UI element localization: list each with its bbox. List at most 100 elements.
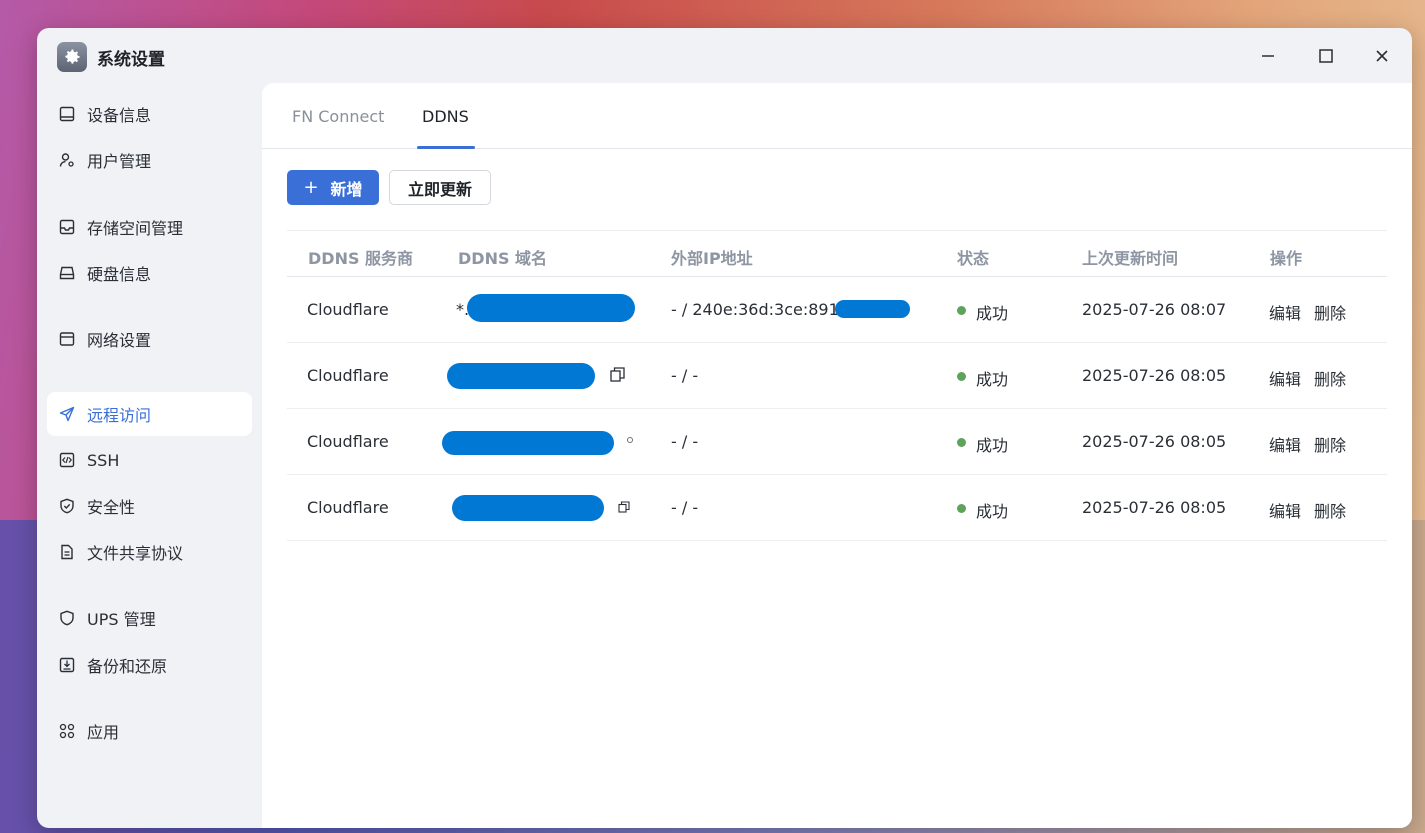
sidebar-item-storage[interactable]: 存储空间管理 bbox=[47, 205, 252, 249]
sidebar-item-network[interactable]: 网络设置 bbox=[47, 317, 252, 361]
minimize-icon bbox=[1262, 55, 1274, 57]
column-header: 外部IP地址 bbox=[671, 249, 753, 268]
main-panel: FN Connect DDNS + 新增 立即更新 DDNS 服务商 DDNS … bbox=[262, 83, 1412, 828]
updated-cell: 2025-07-26 08:07 bbox=[1082, 300, 1227, 319]
file-icon bbox=[59, 544, 75, 560]
table-row: Cloudflare - / - 成功 2025-07-26 08:05 编辑 … bbox=[287, 409, 1387, 475]
minimize-button[interactable] bbox=[1248, 40, 1288, 72]
sidebar-item-disk-info[interactable]: 硬盘信息 bbox=[47, 251, 252, 295]
table-row: Cloudflare - / - 成功 2025-07-26 08:05 编辑 … bbox=[287, 475, 1387, 541]
plus-icon: + bbox=[303, 177, 319, 198]
table-row: Cloudflare - / - 成功 2025-07-26 08:05 编辑 … bbox=[287, 343, 1387, 409]
tab-bar: FN Connect DDNS bbox=[262, 83, 1412, 149]
sidebar: 设备信息 用户管理 存储空间管理 硬盘信息 网络设置 远程访问 SSH 安全性 bbox=[37, 84, 262, 828]
redaction-mark bbox=[835, 300, 910, 318]
ip-cell: - / 240e:36d:3ce:8910: bbox=[671, 300, 855, 319]
redaction-mark bbox=[467, 294, 635, 322]
sidebar-item-label: 用户管理 bbox=[87, 152, 152, 171]
ip-cell: - / - bbox=[671, 366, 699, 385]
maximize-icon bbox=[1319, 49, 1333, 63]
sidebar-item-apps[interactable]: 应用 bbox=[47, 709, 252, 753]
sidebar-item-label: 网络设置 bbox=[87, 331, 152, 350]
table-header: DDNS 服务商 DDNS 域名 外部IP地址 状态 上次更新时间 操作 bbox=[287, 230, 1387, 277]
table-row: Cloudflare *. - / 240e:36d:3ce:8910: 成功 … bbox=[287, 277, 1387, 343]
code-icon bbox=[59, 452, 75, 468]
status-dot bbox=[957, 306, 966, 315]
sidebar-item-ups[interactable]: UPS 管理 bbox=[47, 596, 252, 640]
column-header: DDNS 域名 bbox=[458, 249, 548, 268]
sidebar-item-file-sharing[interactable]: 文件共享协议 bbox=[47, 530, 252, 574]
delete-link[interactable]: 删除 bbox=[1314, 300, 1346, 324]
sidebar-item-device-info[interactable]: 设备信息 bbox=[47, 92, 252, 136]
tab-fn-connect[interactable]: FN Connect bbox=[292, 107, 384, 126]
shield-check-icon bbox=[59, 498, 75, 514]
status-dot bbox=[957, 504, 966, 513]
status-dot bbox=[957, 372, 966, 381]
sidebar-item-label: 文件共享协议 bbox=[87, 544, 184, 563]
status-cell: 成功 bbox=[976, 370, 1009, 389]
gear-icon bbox=[57, 42, 87, 72]
close-icon bbox=[1376, 50, 1388, 62]
maximize-button[interactable] bbox=[1306, 40, 1346, 72]
monitor-icon bbox=[59, 106, 75, 122]
redaction-mark bbox=[452, 495, 604, 521]
sidebar-item-label: 远程访问 bbox=[87, 406, 152, 425]
sidebar-item-remote-access[interactable]: 远程访问 bbox=[47, 392, 252, 436]
edit-link[interactable]: 编辑 bbox=[1269, 498, 1301, 522]
sidebar-item-ssh[interactable]: SSH bbox=[47, 438, 252, 482]
status-cell: 成功 bbox=[976, 502, 1009, 521]
delete-link[interactable]: 删除 bbox=[1314, 366, 1346, 390]
column-header: 上次更新时间 bbox=[1082, 249, 1179, 268]
delete-link[interactable]: 删除 bbox=[1314, 498, 1346, 522]
edit-link[interactable]: 编辑 bbox=[1269, 366, 1301, 390]
sidebar-item-label: 备份和还原 bbox=[87, 657, 168, 676]
redaction-mark bbox=[447, 363, 595, 389]
updated-cell: 2025-07-26 08:05 bbox=[1082, 366, 1227, 385]
send-icon bbox=[59, 406, 75, 422]
disk-icon bbox=[59, 265, 75, 281]
backup-icon bbox=[59, 657, 75, 673]
copy-icon[interactable] bbox=[626, 436, 634, 444]
add-button[interactable]: + 新增 bbox=[287, 170, 379, 205]
settings-window: 系统设置 设备信息 用户管理 存储空间管理 硬盘信息 网络设置 远程访问 SSH… bbox=[37, 28, 1412, 828]
edit-link[interactable]: 编辑 bbox=[1269, 300, 1301, 324]
copy-icon[interactable] bbox=[610, 367, 625, 382]
storage-icon bbox=[59, 219, 75, 235]
column-header: 状态 bbox=[957, 249, 990, 268]
sidebar-item-security[interactable]: 安全性 bbox=[47, 484, 252, 528]
sidebar-item-user-management[interactable]: 用户管理 bbox=[47, 138, 252, 182]
provider-cell: Cloudflare bbox=[307, 300, 389, 319]
provider-cell: Cloudflare bbox=[307, 432, 389, 451]
sidebar-item-label: 设备信息 bbox=[87, 106, 152, 125]
user-gear-icon bbox=[59, 152, 75, 168]
tab-ddns[interactable]: DDNS bbox=[422, 107, 469, 126]
delete-link[interactable]: 删除 bbox=[1314, 432, 1346, 456]
provider-cell: Cloudflare bbox=[307, 366, 389, 385]
sidebar-item-label: 应用 bbox=[87, 723, 120, 742]
updated-cell: 2025-07-26 08:05 bbox=[1082, 498, 1227, 517]
sidebar-item-label: UPS 管理 bbox=[87, 610, 156, 629]
copy-icon[interactable] bbox=[618, 501, 630, 513]
sidebar-item-label: SSH bbox=[87, 450, 120, 470]
updated-cell: 2025-07-26 08:05 bbox=[1082, 432, 1227, 451]
sidebar-item-label: 安全性 bbox=[87, 498, 136, 517]
active-tab-indicator bbox=[417, 146, 475, 149]
column-header: DDNS 服务商 bbox=[308, 249, 414, 268]
shield-icon bbox=[59, 610, 75, 626]
apps-icon bbox=[59, 723, 75, 739]
status-cell: 成功 bbox=[976, 436, 1009, 455]
close-button[interactable] bbox=[1362, 40, 1402, 72]
sidebar-item-backup[interactable]: 备份和还原 bbox=[47, 643, 252, 687]
add-button-label: 新增 bbox=[330, 179, 363, 199]
ip-cell: - / - bbox=[671, 498, 699, 517]
update-now-button[interactable]: 立即更新 bbox=[389, 170, 491, 205]
sidebar-item-label: 硬盘信息 bbox=[87, 265, 152, 284]
title-bar: 系统设置 bbox=[37, 28, 1412, 84]
status-cell: 成功 bbox=[976, 304, 1009, 323]
redaction-mark bbox=[442, 431, 614, 455]
ip-cell: - / - bbox=[671, 432, 699, 451]
provider-cell: Cloudflare bbox=[307, 498, 389, 517]
network-icon bbox=[59, 331, 75, 347]
edit-link[interactable]: 编辑 bbox=[1269, 432, 1301, 456]
window-title: 系统设置 bbox=[97, 50, 165, 70]
